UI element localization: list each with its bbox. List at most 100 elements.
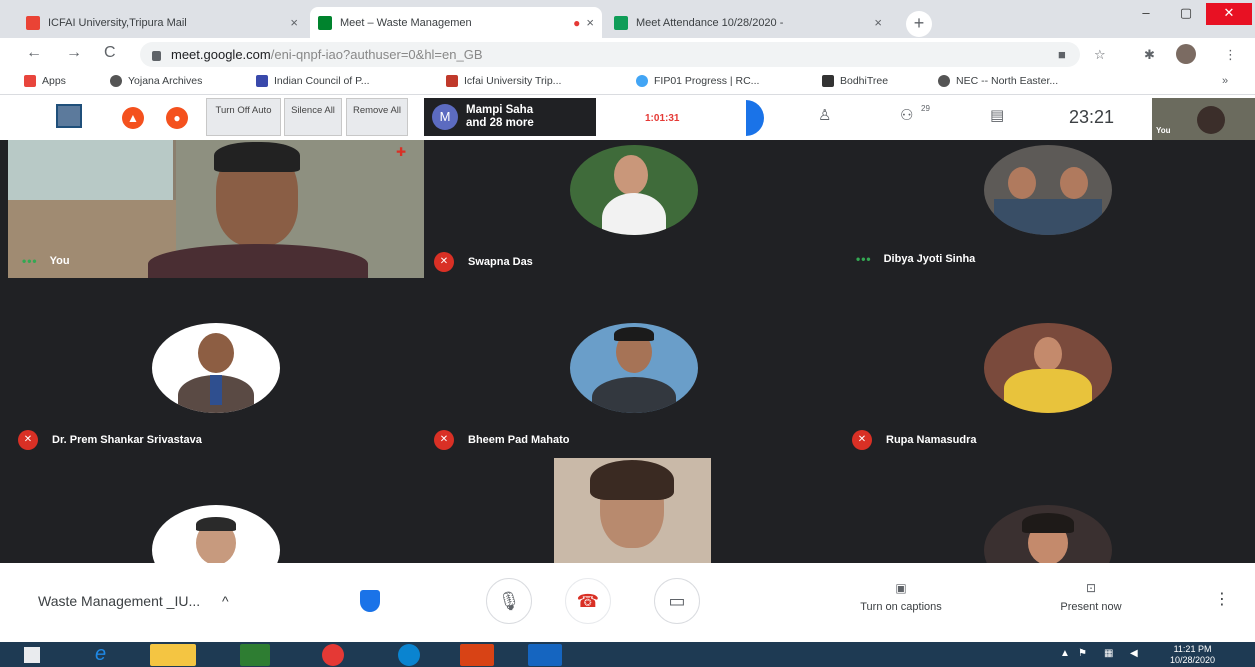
bookmark-icon [446, 75, 458, 87]
tab-icfai-mail[interactable]: ICFAI University,Tripura Mail × [18, 7, 306, 38]
file-explorer-icon[interactable] [150, 644, 196, 666]
edge-icon[interactable] [398, 644, 420, 666]
tile-label-dibya-jyoti-sinha: ••• Dibya Jyoti Sinha [856, 252, 975, 266]
presenter-name: Mampi Saha [466, 104, 534, 116]
taskbar-time: 11:21 PM [1173, 644, 1212, 654]
powerpoint-icon[interactable] [460, 644, 494, 666]
person-icon[interactable]: ♙ [818, 106, 831, 124]
tray-arrow-icon[interactable]: ▲ [1060, 648, 1070, 659]
avatar-clothes [994, 199, 1102, 235]
star-icon[interactable]: ☆ [1094, 47, 1106, 63]
word-icon[interactable] [528, 644, 562, 666]
avatar-hair [196, 517, 236, 531]
microphone-button[interactable]: 🎙 [486, 578, 532, 624]
address-toolbar: ← → C meet.google.com/eni-qnpf-iao?authu… [0, 38, 1255, 71]
forward-arrow-icon[interactable]: → [66, 44, 82, 62]
participants-icon[interactable]: ⚇ [900, 106, 913, 124]
browser-tab-strip: ICFAI University,Tripura Mail × Meet – W… [0, 0, 1255, 38]
bookmark-label: Apps [42, 75, 66, 87]
more-options-icon[interactable]: ⋮ [1214, 589, 1230, 609]
person-hair [214, 142, 300, 172]
minimize-button[interactable]: – [1126, 3, 1166, 25]
new-tab-button[interactable]: + [906, 11, 932, 37]
video-tile-you[interactable]: ••• You [8, 140, 424, 278]
bookmark-fip01[interactable]: FIP01 Progress | RC... [636, 75, 759, 87]
turn-off-auto-button[interactable]: Turn Off Auto [206, 98, 281, 136]
hand-raise-icon[interactable]: ▲ [122, 107, 144, 129]
window-curtain [8, 140, 173, 200]
avatar-clothes [1004, 369, 1092, 413]
tab-label: Meet – Waste Managemen [340, 16, 472, 29]
meet-icon [318, 15, 332, 30]
bookmark-apps[interactable]: Apps [24, 75, 66, 87]
tray-flag-icon[interactable]: ⚑ [1078, 648, 1087, 659]
store-icon[interactable] [240, 644, 270, 666]
bookmark-yojana[interactable]: Yojana Archives [110, 75, 202, 87]
volume-icon[interactable]: ◀ [1130, 648, 1138, 659]
tile-label-you: ••• You [22, 254, 70, 268]
internet-explorer-icon[interactable]: e [95, 643, 106, 666]
avatar-suit [592, 377, 676, 413]
avatar-face [1034, 337, 1062, 371]
back-arrow-icon[interactable]: ← [26, 44, 42, 62]
close-tab-icon[interactable]: × [290, 15, 298, 30]
participant-name: Swapna Das [468, 256, 533, 268]
url-host: meet.google.com [171, 47, 271, 62]
video-tile-row3-center[interactable] [554, 458, 711, 563]
participant-name: Bheem Pad Mahato [468, 434, 570, 446]
extensions-icon[interactable]: ✱ [1144, 47, 1155, 63]
captions-button[interactable]: ▣ Turn on captions [836, 581, 966, 613]
taskbar-date: 10/28/2020 [1170, 655, 1216, 665]
leave-call-button[interactable]: ☎ [565, 578, 611, 624]
remove-all-button[interactable]: Remove All [346, 98, 408, 136]
bookmark-icpr[interactable]: Indian Council of P... [256, 75, 370, 87]
present-now-button[interactable]: ⊡ Present now [1036, 581, 1146, 613]
windows-taskbar: e ▲ ⚑ ▦ ◀ 11:21 PM 10/28/2020 [0, 642, 1255, 667]
chat-icon[interactable]: ▤ [990, 106, 1004, 124]
person-hair [590, 460, 674, 500]
silence-all-button[interactable]: Silence All [284, 98, 342, 136]
bookmark-icfai[interactable]: Icfai University Trip... [446, 75, 561, 87]
globe-icon [636, 75, 648, 87]
recording-dot-icon: ● [573, 15, 581, 30]
bookmark-label: FIP01 Progress | RC... [654, 75, 760, 87]
kebab-menu-icon[interactable]: ⋮ [1224, 47, 1237, 63]
taskbar-clock[interactable]: 11:21 PM 10/28/2020 [1170, 644, 1215, 666]
chrome-icon[interactable] [322, 644, 344, 666]
tab-meet-attendance[interactable]: Meet Attendance 10/28/2020 - × [606, 7, 890, 38]
mic-muted-icon: ✕ [18, 430, 38, 450]
url-path: /eni-qnpf-iao?authuser=0&hl=en_GB [270, 47, 483, 62]
profile-avatar[interactable] [1176, 44, 1196, 64]
bookmark-bodhitree[interactable]: BodhiTree [822, 75, 888, 87]
network-icon[interactable]: ▦ [1104, 648, 1113, 659]
close-tab-icon[interactable]: × [586, 15, 594, 30]
url-bar[interactable]: meet.google.com/eni-qnpf-iao?authuser=0&… [140, 42, 1080, 67]
bookmark-nec[interactable]: NEC -- North Easter... [938, 75, 1058, 87]
avatar-face-right [1060, 167, 1088, 199]
shield-icon[interactable] [360, 590, 380, 612]
tab-meet-waste-management[interactable]: Meet – Waste Managemen ● × [310, 7, 602, 38]
bookmarks-bar: Apps Yojana Archives Indian Council of P… [0, 71, 1255, 95]
pin-icon[interactable]: ✚ [396, 145, 406, 159]
windows-start-icon[interactable] [24, 647, 40, 663]
close-window-button[interactable]: ✕ [1206, 3, 1252, 25]
attendance-sheet-icon[interactable] [56, 104, 82, 128]
camera-icon[interactable]: ■ [1058, 47, 1066, 62]
more-bookmarks-icon[interactable]: » [1222, 75, 1228, 87]
tile-label-bheem-pad-mahato: ✕ Bheem Pad Mahato [434, 430, 569, 450]
half-circle-icon [746, 100, 764, 136]
restore-button[interactable]: ▢ [1166, 3, 1206, 25]
present-label: Present now [1060, 601, 1122, 613]
meet-bottom-bar: Waste Management _IU... ^ 🎙 ☎ ▭ ▣ Turn o… [0, 563, 1255, 642]
close-tab-icon[interactable]: × [874, 15, 882, 30]
reload-icon[interactable]: C [104, 44, 116, 62]
chevron-up-icon: ^ [222, 593, 229, 609]
camera-button[interactable]: ▭ [654, 578, 700, 624]
meeting-details-button[interactable]: Waste Management _IU... ^ [38, 593, 229, 609]
self-view-thumbnail[interactable]: You [1152, 98, 1255, 140]
lock-icon [152, 50, 161, 61]
video-grid: ••• You ✕ Swapna Das ••• Dibya Jyoti Sin… [0, 140, 1255, 595]
participant-name: You [49, 255, 70, 267]
reaction-icon[interactable]: ● [166, 107, 188, 129]
microphone-icon: 🎙 [497, 591, 521, 611]
